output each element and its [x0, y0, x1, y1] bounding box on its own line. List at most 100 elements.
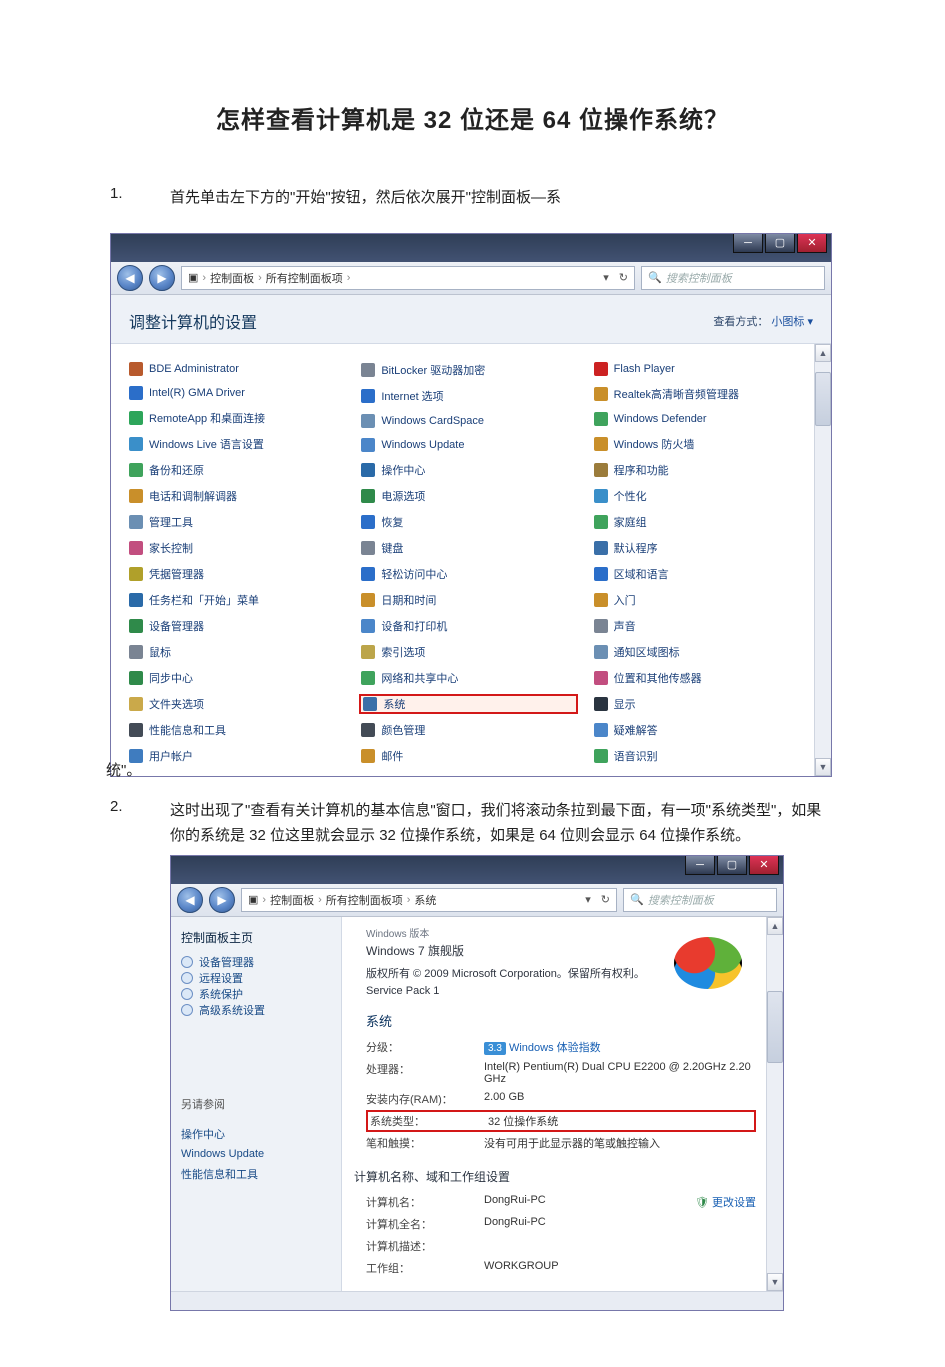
- cp-item[interactable]: 家长控制: [129, 540, 343, 556]
- scroll-thumb[interactable]: [767, 991, 783, 1063]
- page-title: 怎样查看计算机是 32 位还是 64 位操作系统？: [110, 100, 835, 135]
- cp-item[interactable]: 同步中心: [129, 670, 343, 686]
- cp-item[interactable]: 语音识别: [594, 748, 808, 764]
- cp-item[interactable]: Windows Defender: [594, 412, 808, 426]
- cp-item[interactable]: 鼠标: [129, 644, 343, 660]
- search-input[interactable]: 🔍 搜索控制面板: [623, 888, 777, 912]
- cp-item-icon: [129, 489, 143, 503]
- cp-item[interactable]: 文件夹选项: [129, 696, 343, 712]
- cp-item[interactable]: 家庭组: [594, 514, 808, 530]
- cp-item[interactable]: 疑难解答: [594, 722, 808, 738]
- cp-item[interactable]: 备份和还原: [129, 462, 343, 478]
- cp-item[interactable]: 区域和语言: [594, 566, 808, 582]
- cp-item[interactable]: 设备和打印机: [361, 618, 575, 634]
- cp-item-label: Windows Defender: [614, 413, 707, 425]
- cp-item[interactable]: 颜色管理: [361, 722, 575, 738]
- cp-item[interactable]: Windows CardSpace: [361, 414, 575, 428]
- maximize-button[interactable]: ▢: [717, 856, 747, 875]
- cp-item[interactable]: 恢复: [361, 514, 575, 530]
- cp-item[interactable]: 操作中心: [361, 462, 575, 478]
- cp-item[interactable]: 键盘: [361, 540, 575, 556]
- nav-back-button[interactable]: ◀: [177, 887, 203, 913]
- cp-item[interactable]: Internet 选项: [361, 388, 575, 404]
- cp-item[interactable]: 轻松访问中心: [361, 566, 575, 582]
- scroll-down-button[interactable]: ▼: [815, 758, 831, 776]
- search-icon: 🔍: [630, 893, 644, 906]
- cp-item[interactable]: 显示: [594, 696, 808, 712]
- rating-link[interactable]: Windows 体验指数: [509, 1042, 601, 1054]
- cp-item-label: 入门: [614, 592, 636, 608]
- vertical-scrollbar[interactable]: ▲ ▼: [766, 917, 783, 1291]
- description-label: 计算机描述：: [366, 1238, 476, 1254]
- minimize-button[interactable]: ─: [733, 234, 763, 253]
- cp-item[interactable]: Windows 防火墙: [594, 436, 808, 452]
- cp-item[interactable]: 电源选项: [361, 488, 575, 504]
- cp-item[interactable]: Windows Update: [361, 438, 575, 452]
- cp-item[interactable]: 设备管理器: [129, 618, 343, 634]
- scroll-thumb[interactable]: [815, 372, 831, 426]
- step-2-text: 这时出现了"查看有关计算机的基本信息"窗口，我们将滚动条拉到最下面，有一项"系统…: [170, 798, 835, 849]
- sidebar-link[interactable]: 远程设置: [181, 970, 331, 986]
- cp-item[interactable]: 入门: [594, 592, 808, 608]
- rating-badge[interactable]: 3.3: [484, 1042, 506, 1055]
- vertical-scrollbar[interactable]: ▲ ▼: [814, 344, 831, 776]
- sidebar-link[interactable]: 高级系统设置: [181, 1002, 331, 1018]
- cp-item-label: Flash Player: [614, 363, 675, 375]
- sidebar-link[interactable]: 系统保护: [181, 986, 331, 1002]
- cp-item[interactable]: BDE Administrator: [129, 362, 343, 376]
- cp-item[interactable]: 个性化: [594, 488, 808, 504]
- bullet-icon: [181, 972, 193, 984]
- cp-item[interactable]: 系统: [361, 696, 575, 712]
- minimize-button[interactable]: ─: [685, 856, 715, 875]
- cp-item[interactable]: 邮件: [361, 748, 575, 764]
- see-also-link[interactable]: Windows Update: [181, 1148, 331, 1160]
- cp-item[interactable]: 性能信息和工具: [129, 722, 343, 738]
- breadcrumb[interactable]: ▣ › 控制面板 › 所有控制面板项 › 系统 ▾ ↻: [241, 888, 617, 912]
- cp-item-icon: [363, 697, 377, 711]
- cp-header: 调整计算机的设置 查看方式： 小图标 ▾: [111, 295, 831, 344]
- cp-item[interactable]: Intel(R) GMA Driver: [129, 386, 343, 400]
- cp-item[interactable]: Windows Live 语言设置: [129, 436, 343, 452]
- see-also-link[interactable]: 性能信息和工具: [181, 1166, 331, 1182]
- nav-forward-button[interactable]: ▶: [209, 887, 235, 913]
- cp-item[interactable]: 程序和功能: [594, 462, 808, 478]
- nav-back-button[interactable]: ◀: [117, 265, 143, 291]
- ram-label: 安装内存(RAM)：: [366, 1091, 476, 1107]
- cp-item-icon: [594, 671, 608, 685]
- cp-item[interactable]: Flash Player: [594, 362, 808, 376]
- cp-item[interactable]: 任务栏和「开始」菜单: [129, 592, 343, 608]
- cp-item[interactable]: RemoteApp 和桌面连接: [129, 410, 343, 426]
- cp-item-icon: [594, 362, 608, 376]
- cp-item[interactable]: 索引选项: [361, 644, 575, 660]
- sidebar-link[interactable]: 设备管理器: [181, 954, 331, 970]
- close-button[interactable]: ✕: [797, 234, 827, 253]
- change-settings-link[interactable]: 更改设置: [712, 1197, 756, 1209]
- cp-item[interactable]: BitLocker 驱动器加密: [361, 362, 575, 378]
- search-input[interactable]: 🔍 搜索控制面板: [641, 266, 825, 290]
- cp-item[interactable]: 凭据管理器: [129, 566, 343, 582]
- cp-item[interactable]: 用户帐户: [129, 748, 343, 764]
- see-also-link[interactable]: 操作中心: [181, 1126, 331, 1142]
- sidebar-head[interactable]: 控制面板主页: [181, 929, 331, 946]
- cp-item[interactable]: 默认程序: [594, 540, 808, 556]
- close-button[interactable]: ✕: [749, 856, 779, 875]
- cp-item-label: 颜色管理: [381, 722, 425, 738]
- scroll-down-button[interactable]: ▼: [767, 1273, 783, 1291]
- cp-item[interactable]: 位置和其他传感器: [594, 670, 808, 686]
- maximize-button[interactable]: ▢: [765, 234, 795, 253]
- cp-item[interactable]: 声音: [594, 618, 808, 634]
- cp-item-icon: [129, 593, 143, 607]
- nav-forward-button[interactable]: ▶: [149, 265, 175, 291]
- cp-item[interactable]: 通知区域图标: [594, 644, 808, 660]
- cp-item-label: Realtek高清晰音频管理器: [614, 386, 739, 402]
- cp-item[interactable]: Realtek高清晰音频管理器: [594, 386, 808, 402]
- cp-item[interactable]: 电话和调制解调器: [129, 488, 343, 504]
- cp-item[interactable]: 日期和时间: [361, 592, 575, 608]
- scroll-up-button[interactable]: ▲: [815, 344, 831, 362]
- view-mode-dropdown[interactable]: 小图标 ▾: [771, 316, 813, 328]
- cp-item[interactable]: 网络和共享中心: [361, 670, 575, 686]
- cp-item[interactable]: 管理工具: [129, 514, 343, 530]
- cp-item-label: 电话和调制解调器: [149, 488, 237, 504]
- scroll-up-button[interactable]: ▲: [767, 917, 783, 935]
- breadcrumb[interactable]: ▣ › 控制面板 › 所有控制面板项 › ▾ ↻: [181, 266, 635, 290]
